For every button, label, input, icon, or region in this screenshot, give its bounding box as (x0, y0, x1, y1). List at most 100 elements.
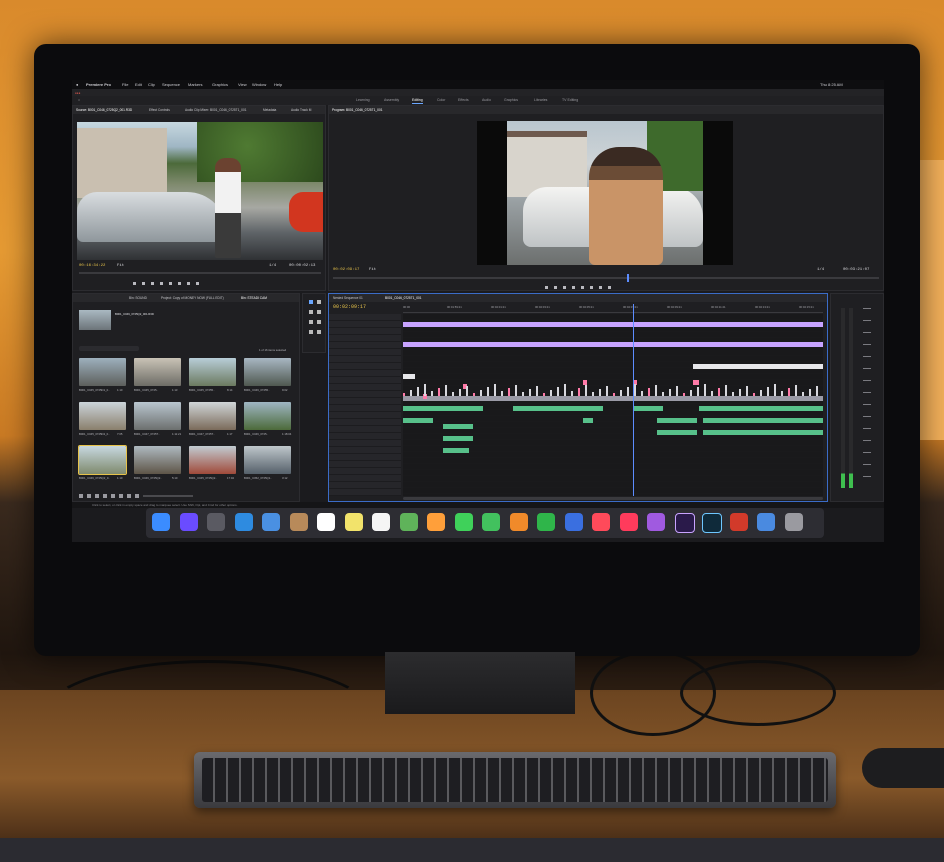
photobooth-icon[interactable] (729, 513, 748, 531)
bin-clip-thumbnail[interactable] (189, 358, 236, 386)
timeline-clip[interactable] (571, 391, 573, 396)
tab-audio-clip-mixer[interactable]: Audio Clip Mixer: B001_C046_0725T1_001 (185, 108, 247, 112)
timeline-clip[interactable] (403, 396, 823, 401)
timeline-clip[interactable] (443, 436, 473, 441)
timeline-clip[interactable] (634, 384, 636, 396)
program-scrubber[interactable] (333, 277, 879, 279)
timeline-clip[interactable] (655, 385, 657, 396)
bin-clip-thumbnail[interactable] (79, 402, 126, 430)
tab-bin-steadicam[interactable]: Bin: STEADI CAM (241, 296, 267, 300)
timeline-clip[interactable] (403, 418, 433, 423)
timeline-clip[interactable] (403, 406, 483, 411)
timeline-clip[interactable] (641, 391, 643, 396)
step-back-icon[interactable] (151, 281, 154, 285)
pages-icon[interactable] (509, 513, 528, 531)
tab-audio-track-mixer[interactable]: Audio Track M (291, 108, 311, 112)
messages-icon[interactable] (454, 513, 473, 531)
prog-play-icon[interactable] (572, 285, 575, 289)
menu-markers[interactable]: Markers (188, 82, 202, 87)
timeline-clip[interactable] (613, 393, 615, 396)
timeline-clip[interactable] (620, 390, 622, 396)
timeline-clip[interactable] (403, 342, 823, 347)
menu-edit[interactable]: Edit (135, 82, 142, 87)
timeline-clip[interactable] (403, 322, 823, 327)
timeline-clip[interactable] (711, 391, 713, 396)
timeline-tracks[interactable] (403, 314, 823, 496)
timeline-clip[interactable] (550, 390, 552, 396)
bin-clip-thumbnail[interactable] (134, 358, 181, 386)
insert-icon[interactable] (178, 281, 181, 285)
timeline-clip[interactable] (487, 387, 489, 396)
timeline-clip[interactable] (438, 388, 440, 396)
prog-step-forward-icon[interactable] (581, 285, 584, 289)
timeline-clip[interactable] (725, 385, 727, 396)
timeline-clip[interactable] (657, 418, 697, 423)
timeline-clip[interactable] (431, 391, 433, 396)
window-controls[interactable]: ●●● (75, 91, 80, 95)
bin-clip-thumbnail[interactable] (244, 402, 291, 430)
bin-clip-thumbnail[interactable] (189, 446, 236, 474)
bin-clip-thumbnail[interactable] (134, 446, 181, 474)
timeline-clip[interactable] (718, 388, 720, 396)
timeline-scrollbar[interactable] (403, 497, 823, 500)
menu-window[interactable]: Window (252, 82, 266, 87)
bin-clip-thumbnail[interactable] (134, 402, 181, 430)
timeline-clip[interactable] (648, 388, 650, 396)
bin-search-field[interactable] (79, 346, 139, 351)
razor-tool-icon[interactable] (317, 310, 321, 314)
timeline-clip[interactable] (585, 385, 587, 396)
timeline-clip[interactable] (753, 393, 755, 396)
timeline-clip[interactable] (788, 388, 790, 396)
timeline-clip[interactable] (515, 385, 517, 396)
menu-clock[interactable]: Thu 8:25 AM (820, 82, 843, 87)
timeline-clip[interactable] (703, 418, 823, 423)
timeline-clip[interactable] (403, 374, 415, 379)
timeline-clip[interactable] (746, 386, 748, 396)
timeline-track-row[interactable] (403, 488, 823, 494)
source-ratio-select[interactable]: 1/4 (269, 264, 276, 268)
prog-step-back-icon[interactable] (563, 285, 566, 289)
timeline-clip[interactable] (703, 430, 823, 435)
overwrite-icon[interactable] (187, 281, 190, 285)
tab-nested-sequence[interactable]: Nested Sequence 01 (333, 296, 363, 300)
pen-tool-icon[interactable] (317, 320, 321, 324)
timeline-clip[interactable] (522, 392, 524, 396)
mark-out-icon[interactable] (142, 281, 145, 285)
bin-clip-thumbnail[interactable] (244, 358, 291, 386)
menu-file[interactable]: File (122, 82, 128, 87)
timeline-clip[interactable] (809, 389, 811, 396)
timeline-clip[interactable] (536, 386, 538, 396)
program-ratio-select[interactable]: 1/4 (817, 268, 824, 272)
apple-icon[interactable]: ● (76, 82, 78, 87)
contacts-icon[interactable] (289, 513, 308, 531)
bin-clip-thumbnail[interactable] (189, 402, 236, 430)
notes-icon[interactable] (344, 513, 363, 531)
selection-tool-icon[interactable] (309, 300, 313, 304)
numbers-icon[interactable] (537, 513, 555, 531)
trash-icon[interactable] (784, 513, 803, 531)
timeline-clip[interactable] (676, 386, 678, 396)
tab-sequence[interactable]: B001_C046_0725T1_001 (385, 296, 422, 300)
prog-lift-icon[interactable] (590, 285, 593, 289)
news-icon[interactable] (592, 513, 610, 531)
tab-bin-sound[interactable]: Bin: SOUND (129, 296, 147, 300)
timeline-clip[interactable] (781, 391, 783, 396)
timeline-clip[interactable] (480, 390, 482, 396)
menu-view[interactable]: View (238, 82, 247, 87)
ws-editing[interactable]: Editing (412, 98, 423, 104)
ws-learning[interactable]: Learning (356, 98, 370, 102)
menu-clip[interactable]: Clip (148, 82, 155, 87)
track-select-tool-icon[interactable] (317, 300, 321, 304)
siri-icon[interactable] (179, 513, 198, 531)
podcasts-icon[interactable] (647, 513, 665, 531)
timeline-clip[interactable] (662, 392, 664, 396)
timeline-clip[interactable] (657, 430, 697, 435)
prog-mark-in-icon[interactable] (545, 285, 548, 289)
source-fit-select[interactable]: Fit (117, 264, 124, 268)
source-scrubber[interactable] (79, 272, 321, 274)
timeline-clip[interactable] (443, 424, 473, 429)
timeline-clip[interactable] (513, 406, 603, 411)
timeline-clip[interactable] (592, 392, 594, 396)
timeline-clip[interactable] (445, 385, 447, 396)
timeline-clip[interactable] (693, 380, 699, 385)
